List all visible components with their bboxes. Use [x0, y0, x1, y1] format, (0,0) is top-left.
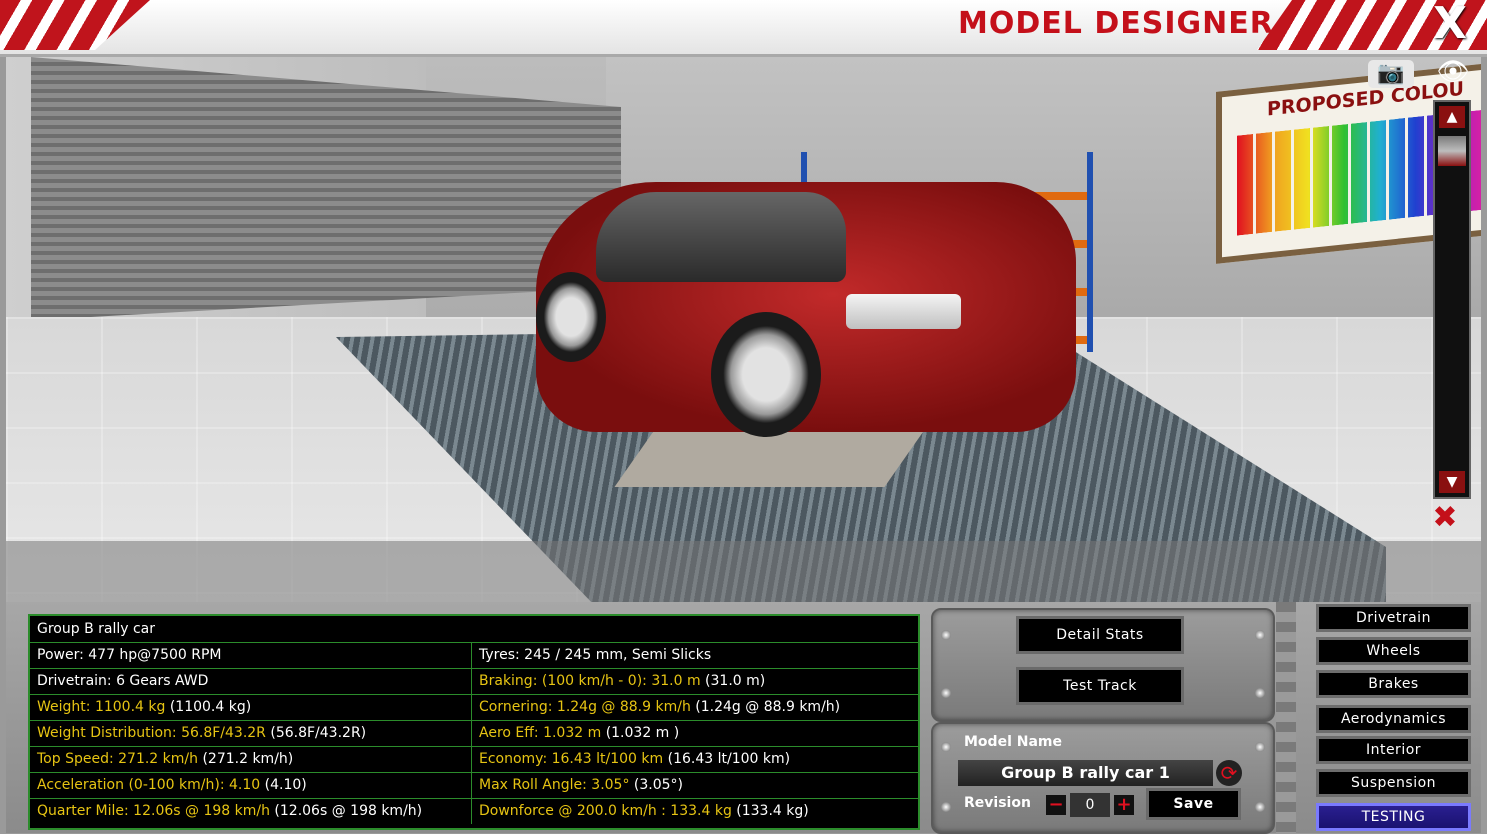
- car-3d-viewport[interactable]: PROPOSED COLOU 📷 👁 ▲ ▼ ✖: [6, 57, 1481, 602]
- stat-label: Power: 477 hp@7500 RPM: [37, 647, 222, 663]
- stat-label: Weight Distribution: 56.8F/43.2R: [37, 725, 266, 741]
- stat-aero-eff: Aero Eff: 1.032 m (1.032 m ): [472, 720, 918, 746]
- stat-weight-distribution: Weight Distribution: 56.8F/43.2R (56.8F/…: [30, 720, 472, 746]
- nav-brakes[interactable]: Brakes: [1316, 670, 1471, 698]
- stat-paren: (4.10): [264, 777, 307, 793]
- stat-label: Downforce @ 200.0 km/h : 133.4 kg: [479, 803, 732, 819]
- table-row: Weight: 1100.4 kg (1100.4 kg) Cornering:…: [30, 694, 918, 721]
- stat-power: Power: 477 hp@7500 RPM: [30, 642, 472, 668]
- close-button[interactable]: X: [1423, 0, 1477, 48]
- nav-testing[interactable]: TESTING: [1316, 803, 1471, 831]
- scroll-thumb[interactable]: [1438, 136, 1466, 166]
- scroll-down-icon[interactable]: ▼: [1439, 471, 1465, 493]
- stat-paren: (56.8F/43.2R): [270, 725, 367, 741]
- roller-shutter-door: [31, 57, 621, 317]
- revision-decrement-button[interactable]: −: [1046, 795, 1066, 815]
- nav-drivetrain[interactable]: Drivetrain: [1316, 604, 1471, 632]
- camera-icon[interactable]: 📷: [1368, 60, 1414, 88]
- stat-braking: Braking: (100 km/h - 0): 31.0 m (31.0 m): [472, 668, 918, 694]
- nav-aerodynamics[interactable]: Aerodynamics: [1316, 705, 1471, 733]
- stat-label: Weight: 1100.4 kg: [37, 699, 166, 715]
- rivet: [1255, 742, 1265, 752]
- stat-label: Top Speed: 271.2 km/h: [37, 751, 198, 767]
- stat-paren: (16.43 lt/100 km): [667, 751, 791, 767]
- stat-label: Tyres: 245 / 245 mm, Semi Slicks: [479, 647, 712, 663]
- revision-value: 0: [1070, 793, 1110, 817]
- detail-stats-button[interactable]: Detail Stats: [1016, 616, 1184, 654]
- stat-label: Acceleration (0-100 km/h): 4.10: [37, 777, 261, 793]
- stat-max-roll-angle: Max Roll Angle: 3.05° (3.05°): [472, 772, 918, 798]
- stat-economy: Economy: 16.43 lt/100 km (16.43 lt/100 k…: [472, 746, 918, 772]
- stat-weight: Weight: 1100.4 kg (1100.4 kg): [30, 694, 472, 720]
- stat-label: Braking: (100 km/h - 0): 31.0 m: [479, 673, 701, 689]
- eye-icon[interactable]: 👁: [1431, 57, 1475, 87]
- stat-quarter-mile: Quarter Mile: 12.06s @ 198 km/h (12.06s …: [30, 798, 472, 824]
- title-bar: MODEL DESIGNER X: [0, 0, 1487, 57]
- rivet: [941, 802, 951, 812]
- viewport-bottom-bar: [6, 541, 1481, 602]
- stat-top-speed: Top Speed: 271.2 km/h (271.2 km/h): [30, 746, 472, 772]
- stat-paren: (271.2 km/h): [202, 751, 294, 767]
- stat-tyres: Tyres: 245 / 245 mm, Semi Slicks: [472, 642, 918, 668]
- stat-cornering: Cornering: 1.24g @ 88.9 km/h (1.24g @ 88…: [472, 694, 918, 720]
- car-wheel-rear: [536, 272, 606, 362]
- revision-increment-button[interactable]: +: [1114, 795, 1134, 815]
- rivet: [941, 742, 951, 752]
- colour-scroll-panel[interactable]: ▲ ▼: [1433, 100, 1471, 499]
- bottom-panel: Group B rally car Power: 477 hp@7500 RPM…: [6, 602, 1481, 834]
- table-row: Weight Distribution: 56.8F/43.2R (56.8F/…: [30, 720, 918, 747]
- stats-title: Group B rally car: [37, 621, 156, 637]
- table-row: Quarter Mile: 12.06s @ 198 km/h (12.06s …: [30, 798, 918, 824]
- scroll-up-icon[interactable]: ▲: [1439, 106, 1465, 128]
- header-stripe-left: [0, 0, 150, 50]
- stat-paren: (1100.4 kg): [169, 699, 252, 715]
- stat-label: Quarter Mile: 12.06s @ 198 km/h: [37, 803, 270, 819]
- stat-label: Drivetrain: 6 Gears AWD: [37, 673, 209, 689]
- stat-label: Economy: 16.43 lt/100 km: [479, 751, 664, 767]
- stat-paren: (12.06s @ 198 km/h): [274, 803, 423, 819]
- car-windows: [596, 192, 846, 282]
- stat-drivetrain: Drivetrain: 6 Gears AWD: [30, 668, 472, 694]
- reset-view-icon[interactable]: ✖: [1422, 500, 1468, 536]
- revision-label: Revision: [964, 795, 1031, 811]
- model-name-label: Model Name: [964, 734, 1062, 750]
- table-row: Power: 477 hp@7500 RPM Tyres: 245 / 245 …: [30, 642, 918, 669]
- table-row: Acceleration (0-100 km/h): 4.10 (4.10) M…: [30, 772, 918, 799]
- stat-paren: (1.032 m ): [605, 725, 680, 741]
- table-row: Top Speed: 271.2 km/h (271.2 km/h) Econo…: [30, 746, 918, 773]
- stat-paren: (1.24g @ 88.9 km/h): [695, 699, 841, 715]
- model-name-field[interactable]: Group B rally car 1: [958, 760, 1213, 786]
- test-track-button[interactable]: Test Track: [1016, 667, 1184, 705]
- rivet: [1255, 630, 1265, 640]
- randomize-name-icon[interactable]: ⟳: [1216, 760, 1242, 786]
- stat-label: Aero Eff: 1.032 m: [479, 725, 602, 741]
- table-row: Drivetrain: 6 Gears AWD Braking: (100 km…: [30, 668, 918, 695]
- stat-paren: (133.4 kg): [736, 803, 809, 819]
- stat-label: Max Roll Angle: 3.05°: [479, 777, 630, 793]
- stats-title-row: Group B rally car: [30, 616, 918, 643]
- stat-label: Cornering: 1.24g @ 88.9 km/h: [479, 699, 691, 715]
- nav-wheels[interactable]: Wheels: [1316, 637, 1471, 665]
- nav-divider: [1276, 602, 1296, 833]
- rivet: [1255, 802, 1265, 812]
- nav-suspension[interactable]: Suspension: [1316, 769, 1471, 797]
- rivet: [941, 688, 951, 698]
- car-headlight: [846, 294, 961, 329]
- stat-paren: (31.0 m): [705, 673, 766, 689]
- rivet: [941, 630, 951, 640]
- app-title: MODEL DESIGNER: [958, 6, 1274, 41]
- rivet: [1255, 688, 1265, 698]
- nav-interior[interactable]: Interior: [1316, 736, 1471, 764]
- save-button[interactable]: Save: [1146, 788, 1241, 820]
- stat-acceleration: Acceleration (0-100 km/h): 4.10 (4.10): [30, 772, 472, 798]
- stats-table: Group B rally car Power: 477 hp@7500 RPM…: [28, 614, 920, 830]
- stat-paren: (3.05°): [633, 777, 684, 793]
- stat-downforce: Downforce @ 200.0 km/h : 133.4 kg (133.4…: [472, 798, 918, 824]
- car-wheel-front: [711, 312, 821, 437]
